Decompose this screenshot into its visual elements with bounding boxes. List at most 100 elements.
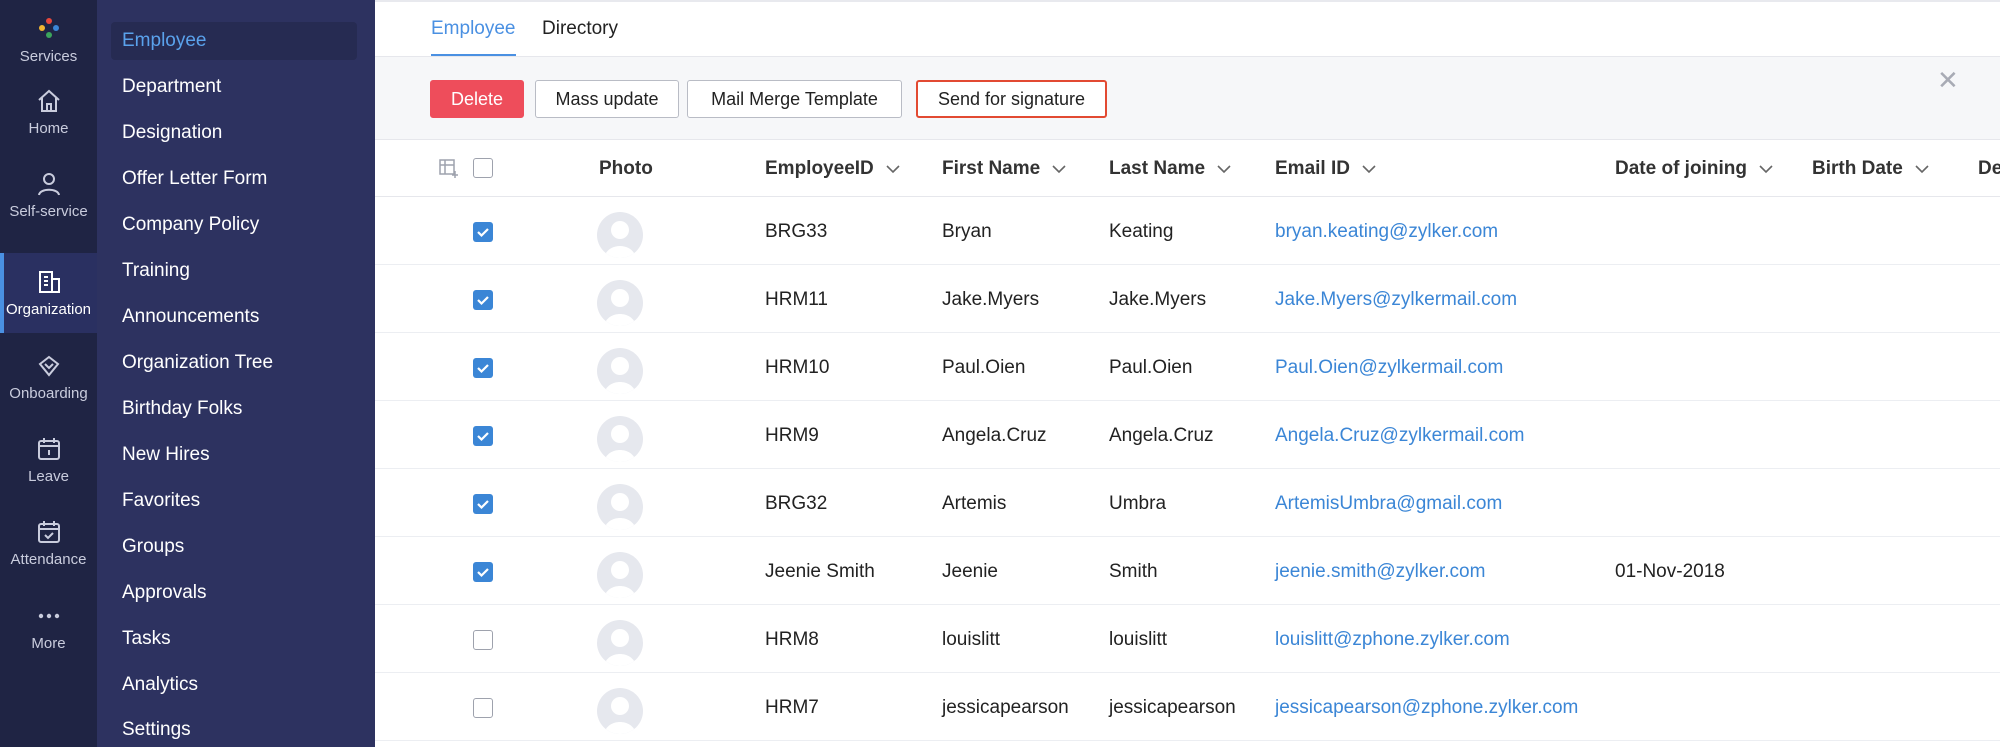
avatar [597, 416, 643, 462]
rail-item-services[interactable]: Services [0, 0, 97, 80]
last-name-cell: jessicapearson [1109, 697, 1236, 718]
last-name-cell: Keating [1109, 221, 1174, 242]
rail-item-self-service[interactable]: Self-service [0, 155, 97, 235]
menu-item-organization-tree[interactable]: Organization Tree [111, 344, 357, 382]
row-checkbox[interactable] [473, 358, 493, 378]
chevron-down-icon [1759, 164, 1773, 173]
employee-id-cell: BRG32 [765, 493, 828, 514]
email-link[interactable]: ArtemisUmbra@gmail.com [1275, 493, 1502, 515]
menu-item-approvals[interactable]: Approvals [111, 574, 357, 612]
tab-employee[interactable]: Employee [431, 18, 516, 56]
menu-item-announcements[interactable]: Announcements [111, 298, 357, 336]
rail-item-onboarding[interactable]: Onboarding [0, 337, 97, 417]
rail-item-leave[interactable]: Leave [0, 420, 97, 500]
menu-item-tasks[interactable]: Tasks [111, 620, 357, 658]
check-icon [477, 432, 489, 442]
rail-item-attendance[interactable]: Attendance [0, 503, 97, 583]
employee-id-cell: HRM7 [765, 697, 819, 718]
menu-item-offer-letter-form[interactable]: Offer Letter Form [111, 160, 357, 198]
column-birth-date[interactable]: Birth Date [1812, 158, 1929, 180]
tab-directory[interactable]: Directory [542, 18, 618, 54]
email-link[interactable]: Jake.Myers@zylkermail.com [1275, 289, 1517, 311]
first-name-cell: Angela.Cruz [942, 425, 1047, 446]
menu-item-settings[interactable]: Settings [111, 711, 357, 747]
table-row[interactable]: HRM10 Paul.Oien Paul.Oien Paul.Oien@zylk… [375, 333, 2000, 401]
email-link[interactable]: jeenie.smith@zylker.com [1275, 561, 1485, 583]
rail-item-organization[interactable]: Organization [0, 253, 97, 333]
rail-label-services: Services [19, 47, 78, 65]
table-row[interactable]: Jeenie Smith Jeenie Smith jeenie.smith@z… [375, 537, 2000, 605]
menu-item-department[interactable]: Department [111, 68, 357, 106]
column-employee-id[interactable]: EmployeeID [765, 158, 900, 180]
send-for-signature-button[interactable]: Send for signature [916, 80, 1107, 118]
menu-item-training[interactable]: Training [111, 252, 357, 290]
menu-item-employee[interactable]: Employee [111, 22, 357, 60]
calendar-icon [37, 437, 60, 460]
menu-item-favorites[interactable]: Favorites [111, 482, 357, 520]
row-checkbox[interactable] [473, 290, 493, 310]
menu-item-company-policy[interactable]: Company Policy [111, 206, 357, 244]
rail-label-more: More [31, 634, 66, 652]
avatar [597, 280, 643, 326]
table-row[interactable]: HRM11 Jake.Myers Jake.Myers Jake.Myers@z… [375, 265, 2000, 333]
user-icon [37, 172, 60, 195]
column-email-id[interactable]: Email ID [1275, 158, 1376, 180]
email-link[interactable]: Angela.Cruz@zylkermail.com [1275, 425, 1524, 447]
column-first-name[interactable]: First Name [942, 158, 1066, 180]
menu-item-new-hires[interactable]: New Hires [111, 436, 357, 474]
bulk-action-bar: Delete Mass update Mail Merge Template S… [375, 57, 2000, 140]
column-date-of-joining[interactable]: Date of joining [1615, 158, 1773, 180]
last-name-cell: Umbra [1109, 493, 1167, 514]
mail-merge-template-button[interactable]: Mail Merge Template [687, 80, 902, 118]
rail-item-more[interactable]: More [0, 587, 97, 667]
menu-item-groups[interactable]: Groups [111, 528, 357, 566]
first-name-cell: louislitt [942, 629, 1001, 650]
menu-item-analytics[interactable]: Analytics [111, 666, 357, 704]
menu-item-birthday-folks[interactable]: Birthday Folks [111, 390, 357, 428]
first-name-cell: Artemis [942, 493, 1007, 514]
email-link[interactable]: jessicapearson@zphone.zylker.com [1275, 697, 1578, 719]
row-checkbox[interactable] [473, 426, 493, 446]
delete-button[interactable]: Delete [430, 80, 524, 118]
first-name-cell: Bryan [942, 221, 992, 242]
close-icon[interactable]: ✕ [1937, 67, 1959, 93]
employee-id-cell: HRM11 [765, 289, 828, 310]
email-link[interactable]: bryan.keating@zylker.com [1275, 221, 1498, 243]
table-row[interactable]: BRG33 Bryan Keating bryan.keating@zylker… [375, 197, 2000, 265]
main-content: Employee Directory Delete Mass update Ma… [375, 0, 2000, 747]
rail-label-home: Home [28, 119, 69, 137]
mass-update-button[interactable]: Mass update [535, 80, 679, 118]
more-icon [38, 613, 59, 618]
menu-item-designation[interactable]: Designation [111, 114, 357, 152]
rail-label-organization: Organization [5, 300, 92, 318]
tab-bar: Employee Directory [375, 0, 2000, 57]
chevron-down-icon [1217, 164, 1231, 173]
row-checkbox[interactable] [473, 698, 493, 718]
table-row[interactable]: BRG32 Artemis Umbra ArtemisUmbra@gmail.c… [375, 469, 2000, 537]
email-link[interactable]: louislitt@zphone.zylker.com [1275, 629, 1510, 651]
table-row[interactable]: HRM8 louislitt louislitt louislitt@zphon… [375, 605, 2000, 673]
rail-label-self-service: Self-service [9, 202, 88, 220]
rail-item-home[interactable]: Home [0, 72, 97, 152]
column-last-name[interactable]: Last Name [1109, 158, 1231, 180]
email-link[interactable]: Paul.Oien@zylkermail.com [1275, 357, 1503, 379]
first-name-cell: Jeenie [942, 561, 998, 582]
rail-label-leave: Leave [28, 467, 69, 485]
table-row[interactable]: HRM7 jessicapearson jessicapearson jessi… [375, 673, 2000, 741]
avatar [597, 484, 643, 530]
table-row[interactable]: HRM9 Angela.Cruz Angela.Cruz Angela.Cruz… [375, 401, 2000, 469]
column-partial[interactable]: De [1978, 158, 2000, 180]
column-settings-icon[interactable] [438, 157, 460, 179]
avatar [597, 620, 643, 666]
employee-id-cell: HRM8 [765, 629, 819, 650]
avatar [597, 348, 643, 394]
first-name-cell: Jake.Myers [942, 289, 1040, 310]
row-checkbox[interactable] [473, 494, 493, 514]
date-of-joining-cell: 01-Nov-2018 [1615, 561, 1725, 582]
select-all-checkbox[interactable] [473, 158, 493, 178]
employee-id-cell: Jeenie Smith [765, 561, 875, 582]
row-checkbox[interactable] [473, 562, 493, 582]
row-checkbox[interactable] [473, 630, 493, 650]
avatar [597, 212, 643, 258]
row-checkbox[interactable] [473, 222, 493, 242]
